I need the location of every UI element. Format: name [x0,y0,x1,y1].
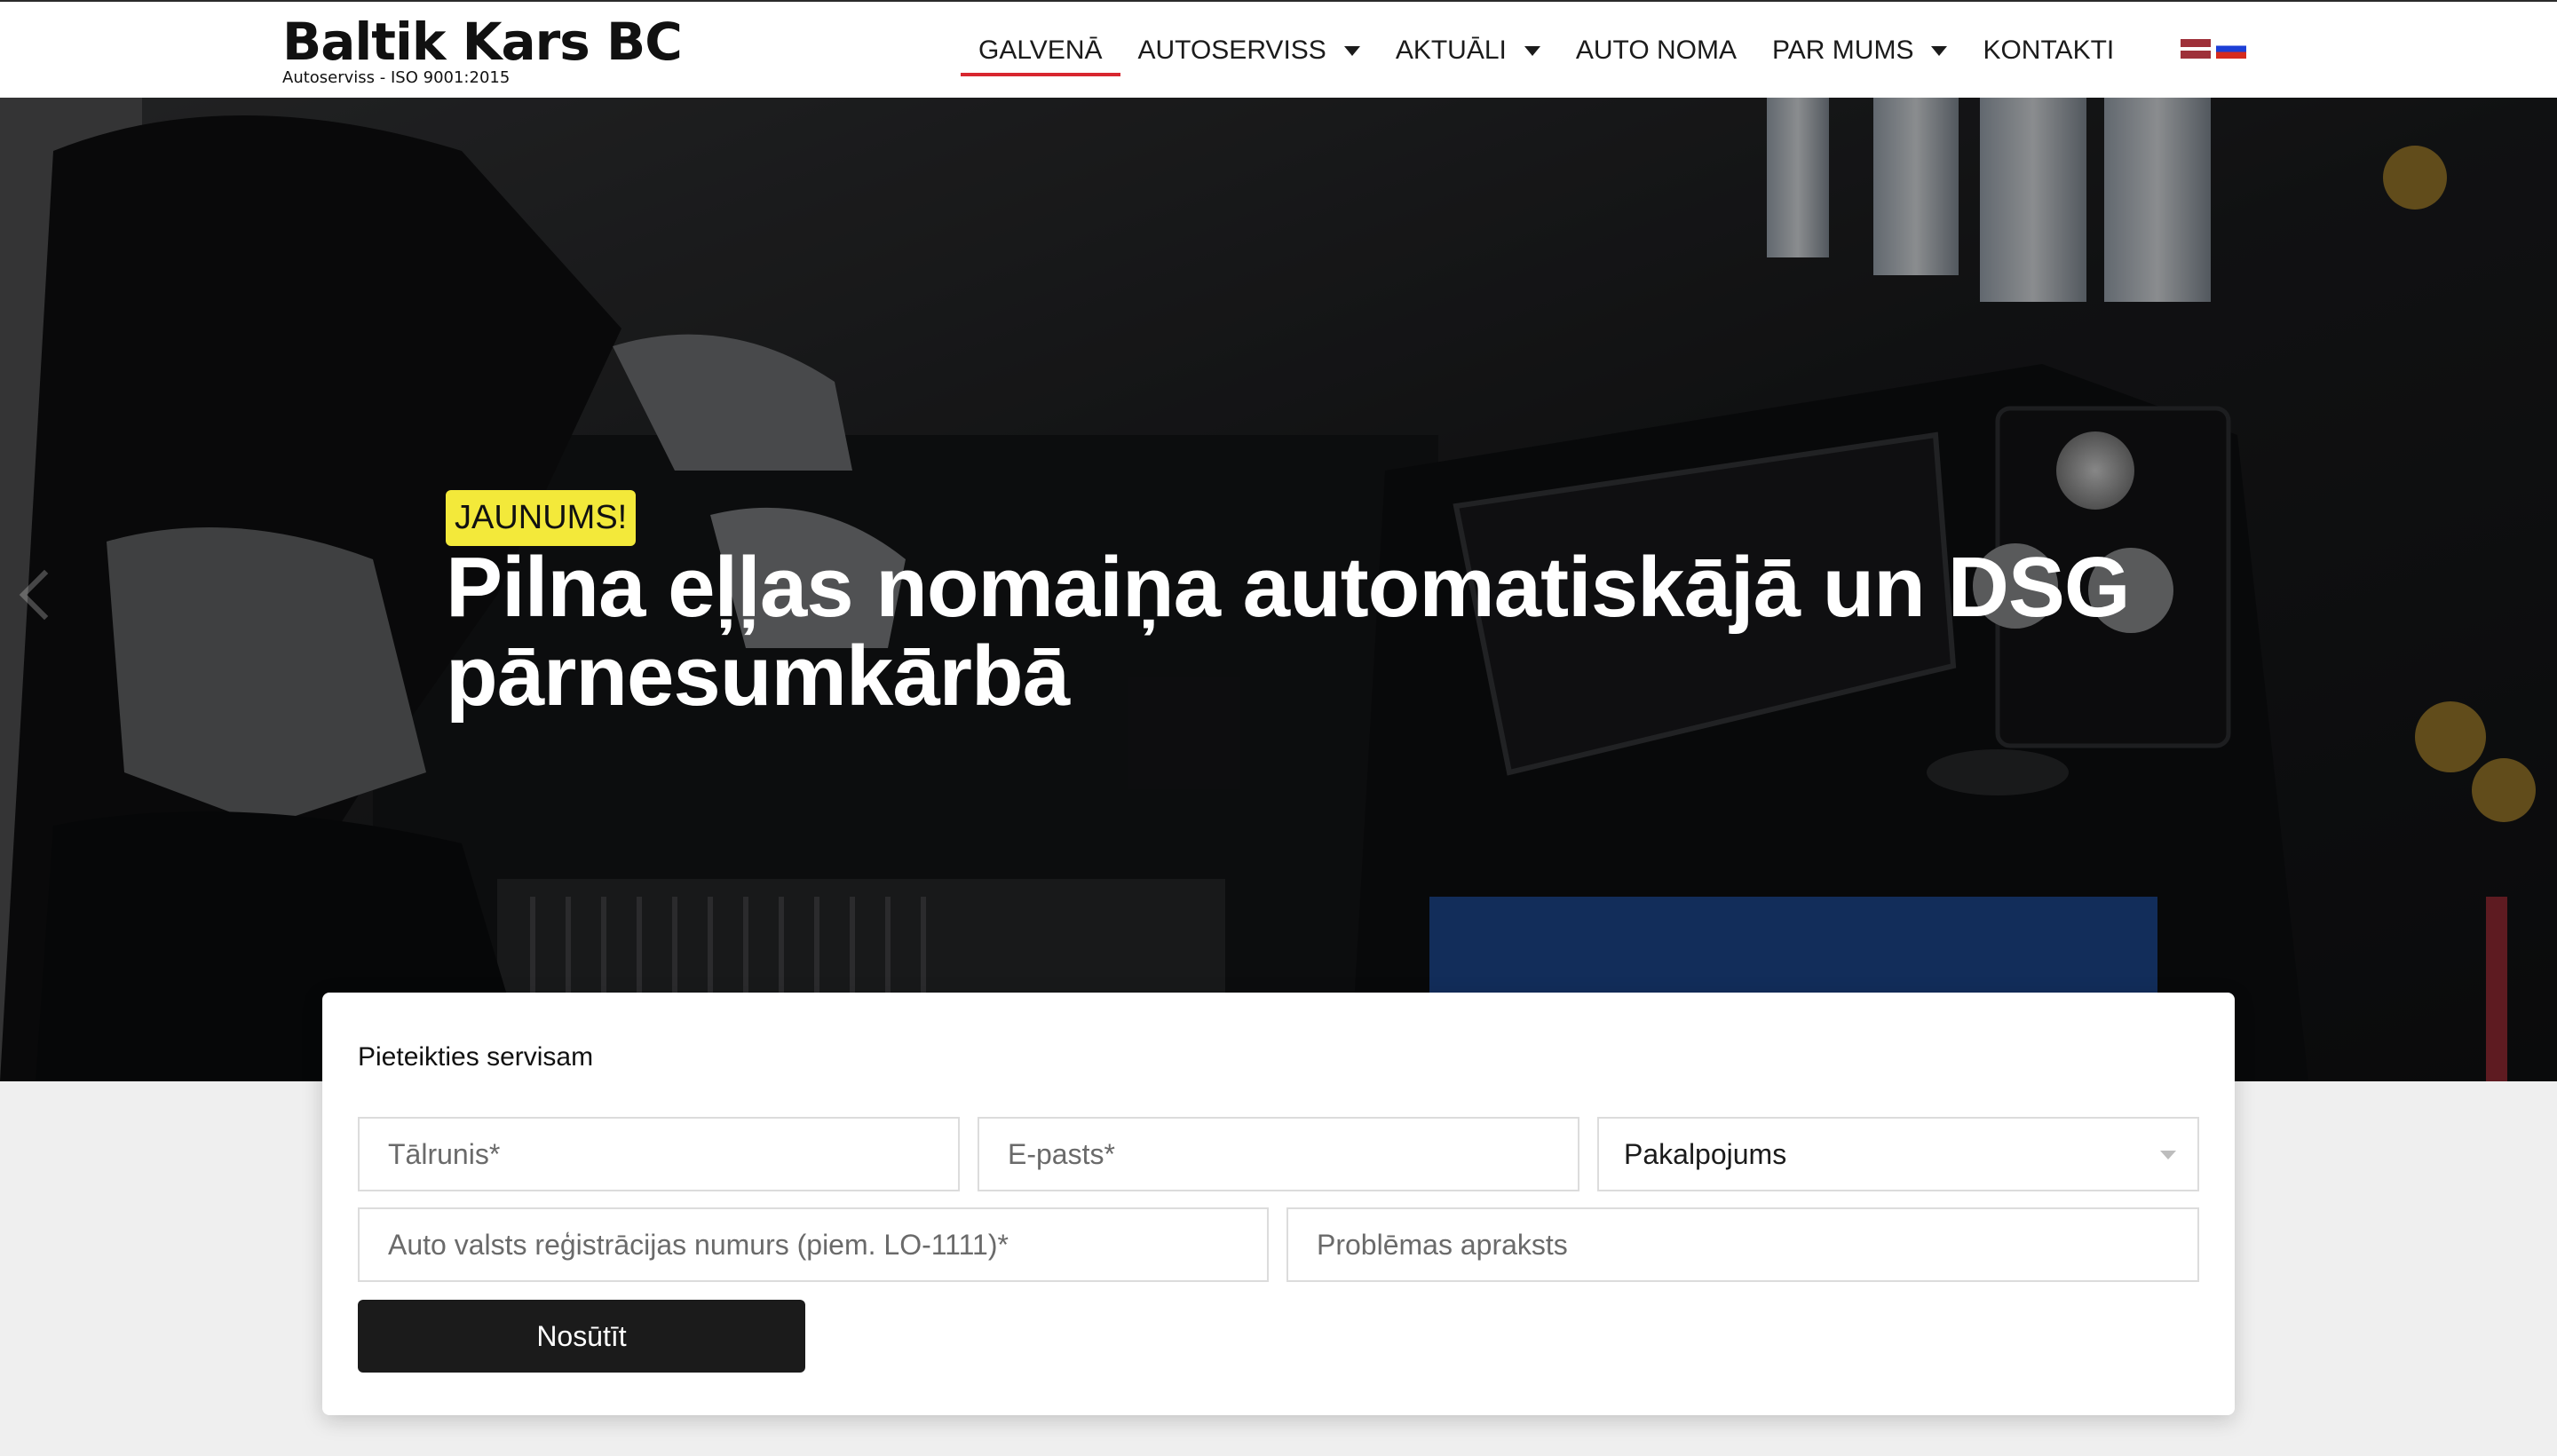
service-select-value: Pakalpojums [1624,1138,1787,1170]
caret-down-icon [1931,45,1948,56]
caret-down-icon [1524,45,1540,56]
chevron-down-icon [2160,1151,2176,1159]
problem-description-field[interactable] [1286,1207,2199,1282]
caret-down-icon [1343,45,1360,56]
logo-tagline: Autoserviss - ISO 9001:2015 [282,68,511,87]
submit-button[interactable]: Nosūtīt [358,1300,805,1373]
nav-item-label: AKTUĀLI [1395,36,1507,65]
email-field[interactable] [978,1117,1579,1191]
service-select[interactable]: Pakalpojums [1597,1117,2199,1191]
nav-item-label: AUTOSERVISS [1137,36,1326,65]
hero-title: Pilna eļļas nomaiņa automatiskājā un DSG… [446,540,2131,724]
lv-flag-icon[interactable] [2181,39,2211,59]
nav-item-label: PAR MUMS [1772,36,1914,65]
main-nav: GALVENĀ AUTOSERVISS AKTUĀLI AUTO NOMA PA… [961,28,2132,76]
ru-flag-icon[interactable] [2216,39,2246,59]
nav-item-kontakti[interactable]: KONTAKTI [1965,28,2132,73]
nav-item-aktuali[interactable]: AKTUĀLI [1378,28,1558,73]
language-switcher [2181,39,2246,59]
nav-item-galvena[interactable]: GALVENĀ [961,28,1120,76]
nav-item-label: KONTAKTI [1983,36,2115,65]
service-request-form: Pieteikties servisam Pakalpojums Nosūtīt [322,993,2235,1415]
logo-title: Baltik Kars BC [282,12,683,72]
nav-item-label: GALVENĀ [978,36,1103,65]
site-logo[interactable]: Baltik Kars BC Autoserviss - ISO 9001:20… [282,12,683,87]
license-plate-field[interactable] [358,1207,1269,1282]
phone-field[interactable] [358,1117,960,1191]
site-header: Baltik Kars BC Autoserviss - ISO 9001:20… [0,0,2557,98]
nav-item-auto-noma[interactable]: AUTO NOMA [1558,28,1754,73]
nav-item-par-mums[interactable]: PAR MUMS [1754,28,1965,73]
hero-slider: JAUNUMS! Pilna eļļas nomaiņa automatiskā… [0,98,2557,1081]
nav-item-autoserviss[interactable]: AUTOSERVISS [1120,28,1378,73]
nav-item-label: AUTO NOMA [1575,36,1737,65]
news-badge: JAUNUMS! [446,490,637,546]
form-title: Pieteikties servisam [358,1042,594,1072]
